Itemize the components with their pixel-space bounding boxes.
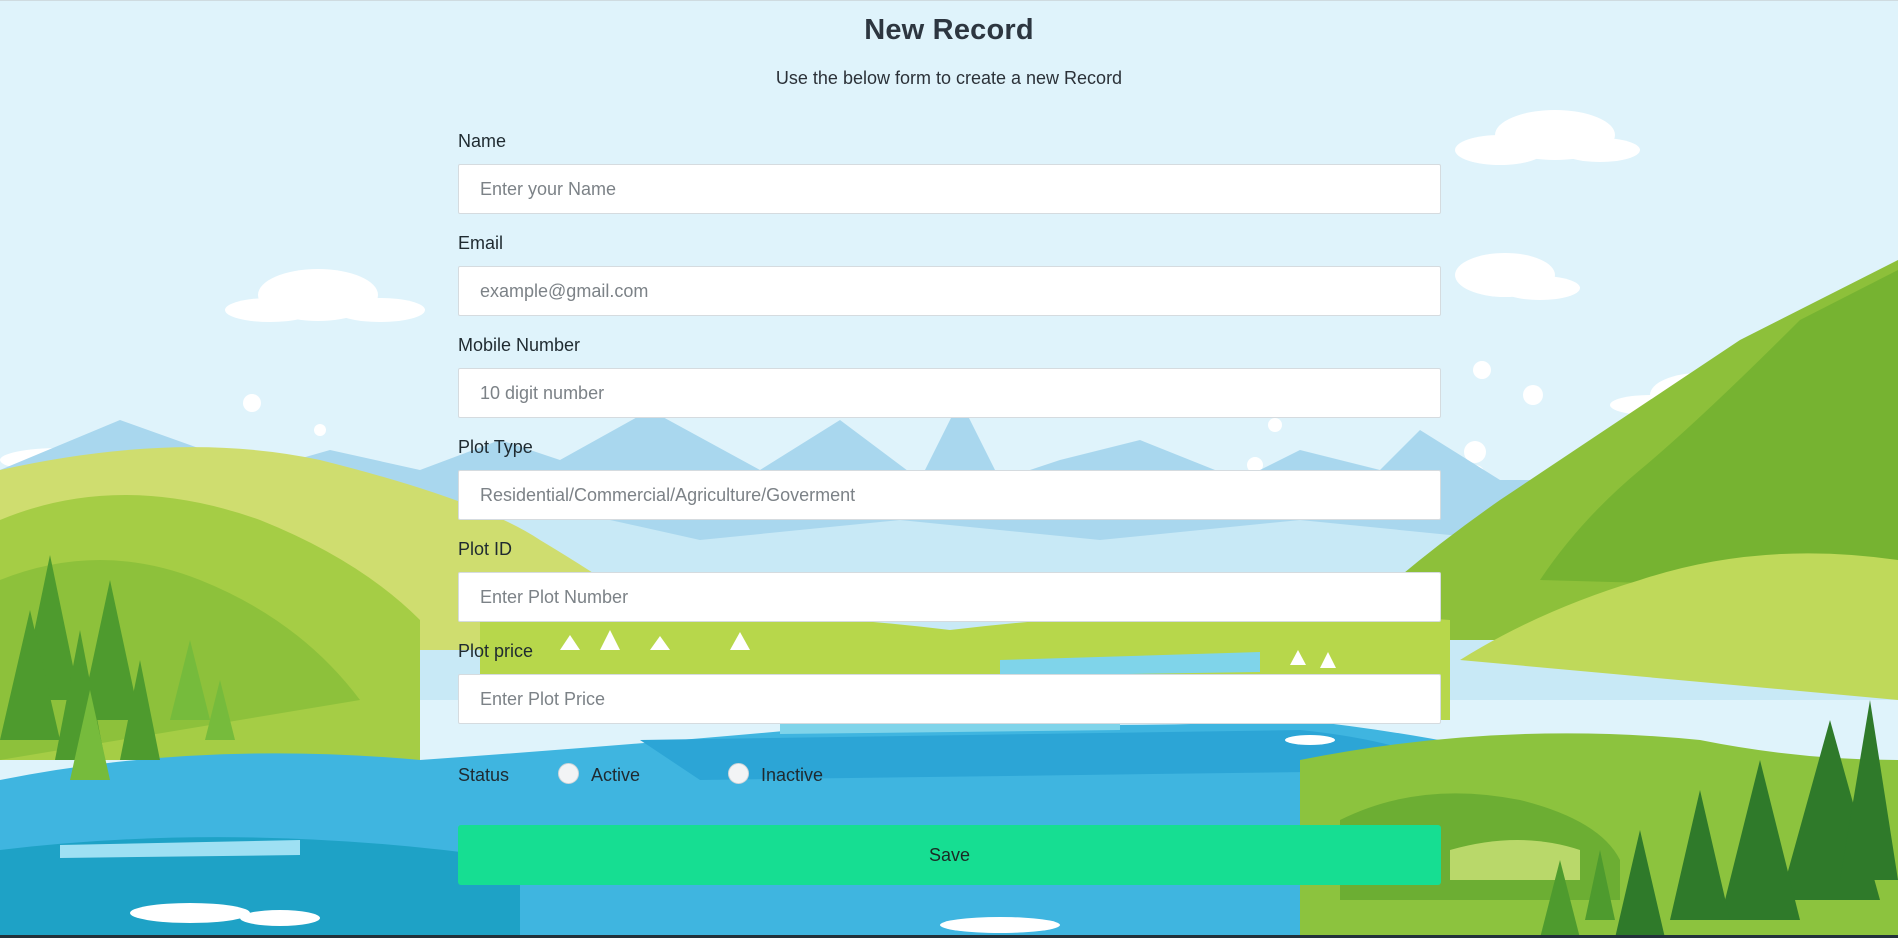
page-title: New Record [864, 14, 1034, 46]
plot-id-label: Plot ID [458, 539, 513, 559]
name-input[interactable] [459, 165, 1440, 213]
plot-price-field-box [458, 674, 1441, 724]
new-record-page: New Record Use the below form to create … [0, 0, 1898, 938]
status-row: Status Active Inactive [458, 760, 1058, 790]
status-label: Status [458, 765, 510, 785]
name-field-box [458, 164, 1441, 214]
plot-type-label: Plot Type [458, 437, 533, 457]
plot-id-field-box [458, 572, 1441, 622]
plot-price-label: Plot price [458, 641, 534, 661]
email-field-box [458, 266, 1441, 316]
plot-type-input[interactable] [459, 471, 1440, 519]
plot-id-input[interactable] [459, 573, 1440, 621]
plot-type-field-box [458, 470, 1441, 520]
save-button[interactable]: Save [458, 825, 1441, 885]
top-border [0, 0, 1898, 1]
status-active-radio[interactable] [558, 763, 579, 784]
status-inactive-radio[interactable] [728, 763, 749, 784]
name-label: Name [458, 131, 507, 151]
email-label: Email [458, 233, 504, 253]
mobile-number-input[interactable] [459, 369, 1440, 417]
page-subtitle: Use the below form to create a new Recor… [775, 68, 1123, 88]
plot-price-input[interactable] [459, 675, 1440, 723]
status-active-label[interactable]: Active [591, 765, 640, 786]
mobile-number-field-box [458, 368, 1441, 418]
email-input[interactable] [459, 267, 1440, 315]
status-inactive-label[interactable]: Inactive [761, 765, 823, 786]
mobile-number-label: Mobile Number [458, 335, 581, 355]
